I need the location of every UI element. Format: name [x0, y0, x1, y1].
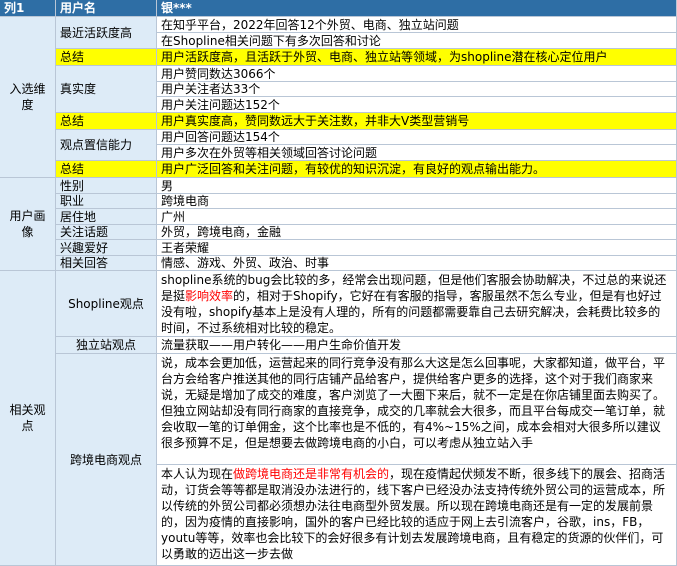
credibility-line-1: 用户回答问题达154个: [157, 130, 677, 145]
portrait-value-topics: 外贸，跨境电商，金融: [157, 225, 677, 240]
authenticity-label: 真实度: [56, 66, 157, 113]
crossborder-opinion-1: 说，成本会更加低，运营起来的同行竞争没有那么大这是怎么回事呢，大家都知道，做平台…: [157, 354, 677, 465]
summary-label-2: 总结: [56, 113, 157, 130]
indie-opinion: 流量获取——用户转化——用户生命价值开发: [157, 337, 677, 354]
portrait-label-hobbies: 兴趣爱好: [56, 240, 157, 256]
section-selection: 入选维度: [0, 17, 56, 178]
summary-3: 用户广泛回答和关注问题，有较优的知识沉淀，有良好的观点输出能力。: [157, 161, 677, 178]
header-col2[interactable]: 用户名: [56, 0, 157, 17]
portrait-value-gender: 男: [157, 178, 677, 194]
shopline-label: Shopline观点: [56, 271, 157, 337]
portrait-label-location: 居住地: [56, 209, 157, 225]
crossborder-text-highlight: 做跨境电商还是非常有机会的: [233, 467, 390, 481]
activity-line-2: 在Shopline相关问题下有多次回答和讨论: [157, 33, 677, 49]
credibility-line-2: 用户多次在外贸等相关领域回答讨论问题: [157, 145, 677, 161]
credibility-label: 观点置信能力: [56, 130, 157, 161]
portrait-label-answers: 相关回答: [56, 256, 157, 271]
authenticity-line-1: 用户赞同数达3066个: [157, 66, 677, 82]
portrait-label-topics: 关注话题: [56, 225, 157, 240]
authenticity-line-3: 用户关注问题达152个: [157, 97, 677, 113]
shopline-text-highlight: 影响效率: [185, 289, 234, 303]
header-col1[interactable]: 列1: [0, 0, 56, 17]
shopline-opinion: shopline系统的bug会比较的多，经常会出现问题，但是他们客服会协助解决，…: [157, 271, 677, 337]
portrait-value-answers: 情感、游戏、外贸、政治、时事: [157, 256, 677, 271]
authenticity-line-2: 用户关注者达33个: [157, 82, 677, 97]
section-portrait: 用户画像: [0, 178, 56, 271]
summary-label-1: 总结: [56, 49, 157, 66]
spreadsheet: 列1 用户名 银*** 入选维度 最近活跃度高 在知乎平台，2022年回答12个…: [0, 0, 677, 566]
portrait-value-hobbies: 王者荣耀: [157, 240, 677, 256]
portrait-value-location: 广州: [157, 209, 677, 225]
summary-2: 用户真实度高，赞同数远大于关注数，并非大V类型营销号: [157, 113, 677, 130]
activity-line-1: 在知乎平台，2022年回答12个外贸、电商、独立站问题: [157, 17, 677, 33]
activity-label: 最近活跃度高: [56, 17, 157, 49]
crossborder-label: 跨境电商观点: [56, 354, 157, 566]
portrait-value-job: 跨境电商: [157, 194, 677, 209]
portrait-label-job: 职业: [56, 194, 157, 209]
section-opinions: 相关观点: [0, 271, 56, 566]
indie-label: 独立站观点: [56, 337, 157, 354]
shopline-text-post: 的，相对于Shopify，它好在有客服的指导，客服虽然不怎么专业，但是有也好过没…: [161, 289, 662, 335]
summary-label-3: 总结: [56, 161, 157, 178]
portrait-label-gender: 性别: [56, 178, 157, 194]
crossborder-text-post: ，现在疫情起伏频发不断，很多线下的展会、招商活动，订货会等等都是取消没办法进行的…: [161, 467, 666, 561]
summary-1: 用户活跃度高，且活跃于外贸、电商、独立站等领域，为shopline潜在核心定位用…: [157, 49, 677, 66]
header-col3[interactable]: 银***: [157, 0, 677, 17]
crossborder-text-pre: 本人认为现在: [161, 467, 234, 481]
crossborder-opinion-2: 本人认为现在做跨境电商还是非常有机会的，现在疫情起伏频发不断，很多线下的展会、招…: [157, 465, 677, 566]
